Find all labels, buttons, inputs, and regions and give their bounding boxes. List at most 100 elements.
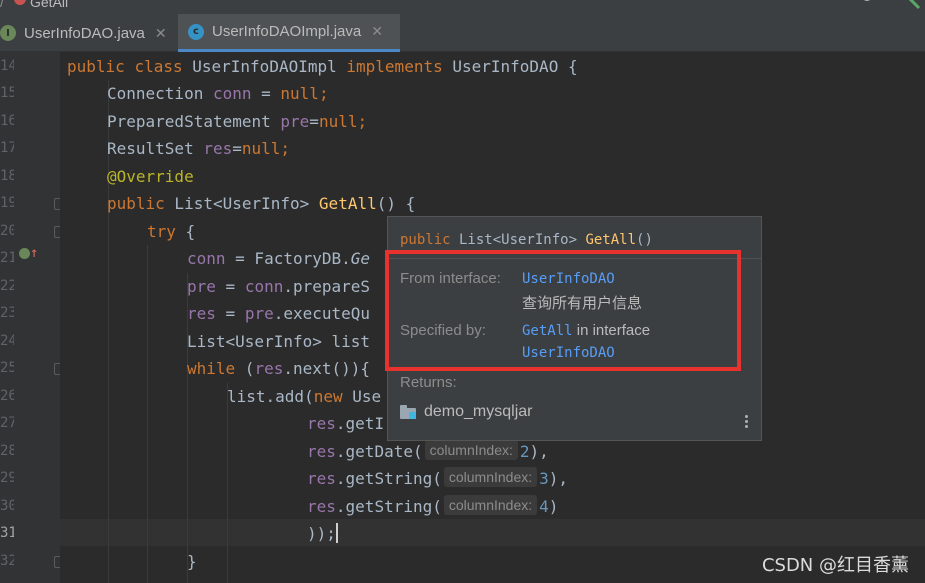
line-number-gutter[interactable]: 14 15 16 17 18 19 20 21 22 23 24 25 26 2…: [0, 52, 64, 583]
line-number: 30: [0, 498, 14, 514]
code-line[interactable]: }: [187, 548, 197, 575]
field: res: [187, 304, 216, 323]
line-number: 14: [0, 58, 14, 74]
keyword: public: [400, 232, 451, 248]
signature-tail: (): [636, 232, 653, 248]
method-icon: [14, 0, 26, 5]
line-number: 27: [0, 415, 14, 431]
build-hammer-icon[interactable]: [905, 0, 921, 10]
code-text: Ge: [350, 249, 371, 268]
keyword: while: [187, 359, 236, 378]
tab-label: UserInfoDAOImpl.java: [212, 23, 362, 40]
code-text: =: [215, 304, 245, 323]
code-text: = FactoryDB.: [225, 249, 351, 268]
implements-marker-icon[interactable]: [19, 248, 30, 259]
field: pre: [280, 112, 310, 131]
line-number: 19: [0, 195, 14, 211]
code-line[interactable]: @Override: [107, 163, 194, 190]
code-text: ),: [548, 469, 569, 488]
breadcrumb: / GetAll: [0, 0, 925, 14]
field: pre: [244, 304, 274, 323]
watermark: CSDN @红目香薰: [761, 555, 909, 576]
line-number: 26: [0, 388, 14, 404]
class-icon: c: [188, 23, 204, 40]
tab-userinfodaoimpl[interactable]: c UserInfoDAOImpl.java ✕: [178, 14, 400, 52]
keyword: class: [134, 57, 183, 76]
line-number: 23: [0, 305, 14, 321]
code-text: .getString(: [335, 469, 442, 488]
code-line[interactable]: ));: [307, 520, 338, 547]
method-name: GetAll: [318, 194, 377, 213]
more-options-icon[interactable]: [745, 415, 749, 431]
line-number: 16: [0, 113, 14, 129]
code-text: .getDate(: [335, 442, 423, 461]
close-tab-icon[interactable]: ✕: [371, 23, 383, 40]
go-to-super-arrow-icon[interactable]: ↑: [30, 245, 38, 261]
code-text: =: [309, 112, 319, 131]
module-folder-icon: [400, 405, 418, 419]
line-number: 21: [0, 250, 14, 266]
class-name: UserInfoDAOImpl: [192, 57, 337, 76]
indent-guide: [227, 383, 228, 583]
code-line[interactable]: PreparedStatement pre=null;: [107, 108, 367, 135]
code-line[interactable]: public class UserInfoDAOImpl implements …: [67, 53, 578, 80]
module-name: demo_mysqljar: [424, 403, 533, 420]
breadcrumb-separator: /: [0, 0, 4, 10]
code-line[interactable]: while (res.next()){: [187, 355, 370, 382]
code-line[interactable]: conn = FactoryDB.Ge: [187, 245, 370, 272]
field: res: [307, 442, 336, 461]
breadcrumb-method[interactable]: GetAll: [30, 0, 68, 10]
line-number: 18: [0, 168, 14, 184]
code-text: List<UserInfo> list: [187, 332, 371, 351]
module-info[interactable]: demo_mysqljar: [400, 403, 532, 421]
field: res: [307, 414, 336, 433]
code-text: =: [251, 84, 281, 103]
code-text: list.add(: [227, 387, 314, 406]
user-icon[interactable]: [859, 0, 885, 6]
number-literal: 3: [539, 469, 549, 488]
method-signature: public List<UserInfo> GetAll(): [400, 231, 653, 249]
method-name: GetAll: [585, 232, 637, 248]
close-tab-icon[interactable]: ✕: [155, 25, 167, 42]
code-text: Connection: [107, 84, 213, 103]
interface-name: UserInfoDAO: [452, 57, 559, 76]
code-line[interactable]: List<UserInfo> list: [187, 328, 370, 355]
keyword: null: [318, 112, 358, 131]
field: res: [254, 359, 284, 378]
code-text: .executeQu: [273, 304, 371, 323]
signature-type: List<UserInfo>: [450, 232, 586, 248]
code-line[interactable]: list.add(new Use: [227, 383, 381, 410]
parameter-hint: columnIndex:: [443, 495, 538, 515]
code-text: ;: [357, 112, 368, 131]
tab-userinfodao[interactable]: I UserInfoDAO.java ✕: [0, 14, 175, 52]
annotation: @Override: [107, 167, 194, 186]
code-line[interactable]: try {: [147, 218, 195, 245]
code-line[interactable]: pre = conn.prepareS: [187, 273, 370, 300]
keyword: try: [147, 222, 176, 241]
code-line[interactable]: ResultSet res=null;: [107, 135, 290, 162]
line-number: 25: [0, 360, 14, 376]
code-text: () {: [376, 194, 416, 213]
line-number: 17: [0, 140, 14, 156]
code-line[interactable]: res.getString(columnIndex: 4): [307, 493, 558, 520]
field: pre: [187, 277, 216, 296]
code-line[interactable]: res.getI: [307, 410, 384, 437]
code-text: ),: [529, 442, 549, 461]
editor-tab-bar: I UserInfoDAO.java ✕ c UserInfoDAOImpl.j…: [0, 14, 925, 52]
code-line[interactable]: res.getString(columnIndex: 3),: [307, 465, 568, 492]
code-text: .getString(: [335, 497, 442, 516]
code-text: (: [235, 359, 255, 378]
number-literal: 2: [519, 442, 530, 461]
keyword: public: [67, 57, 125, 76]
keyword: null: [241, 139, 281, 158]
code-line[interactable]: public List<UserInfo> GetAll() {: [107, 190, 415, 217]
current-line-highlight: [60, 519, 925, 546]
code-line[interactable]: res = pre.executeQu: [187, 300, 370, 327]
code-text: ): [548, 497, 559, 516]
interface-icon: I: [0, 25, 16, 41]
line-number: 20: [0, 223, 14, 239]
code-text: .prepareS: [283, 277, 371, 296]
code-text: .getI: [335, 414, 385, 433]
code-line[interactable]: res.getDate(columnIndex: 2),: [307, 438, 549, 465]
code-line[interactable]: Connection conn = null;: [107, 80, 329, 107]
